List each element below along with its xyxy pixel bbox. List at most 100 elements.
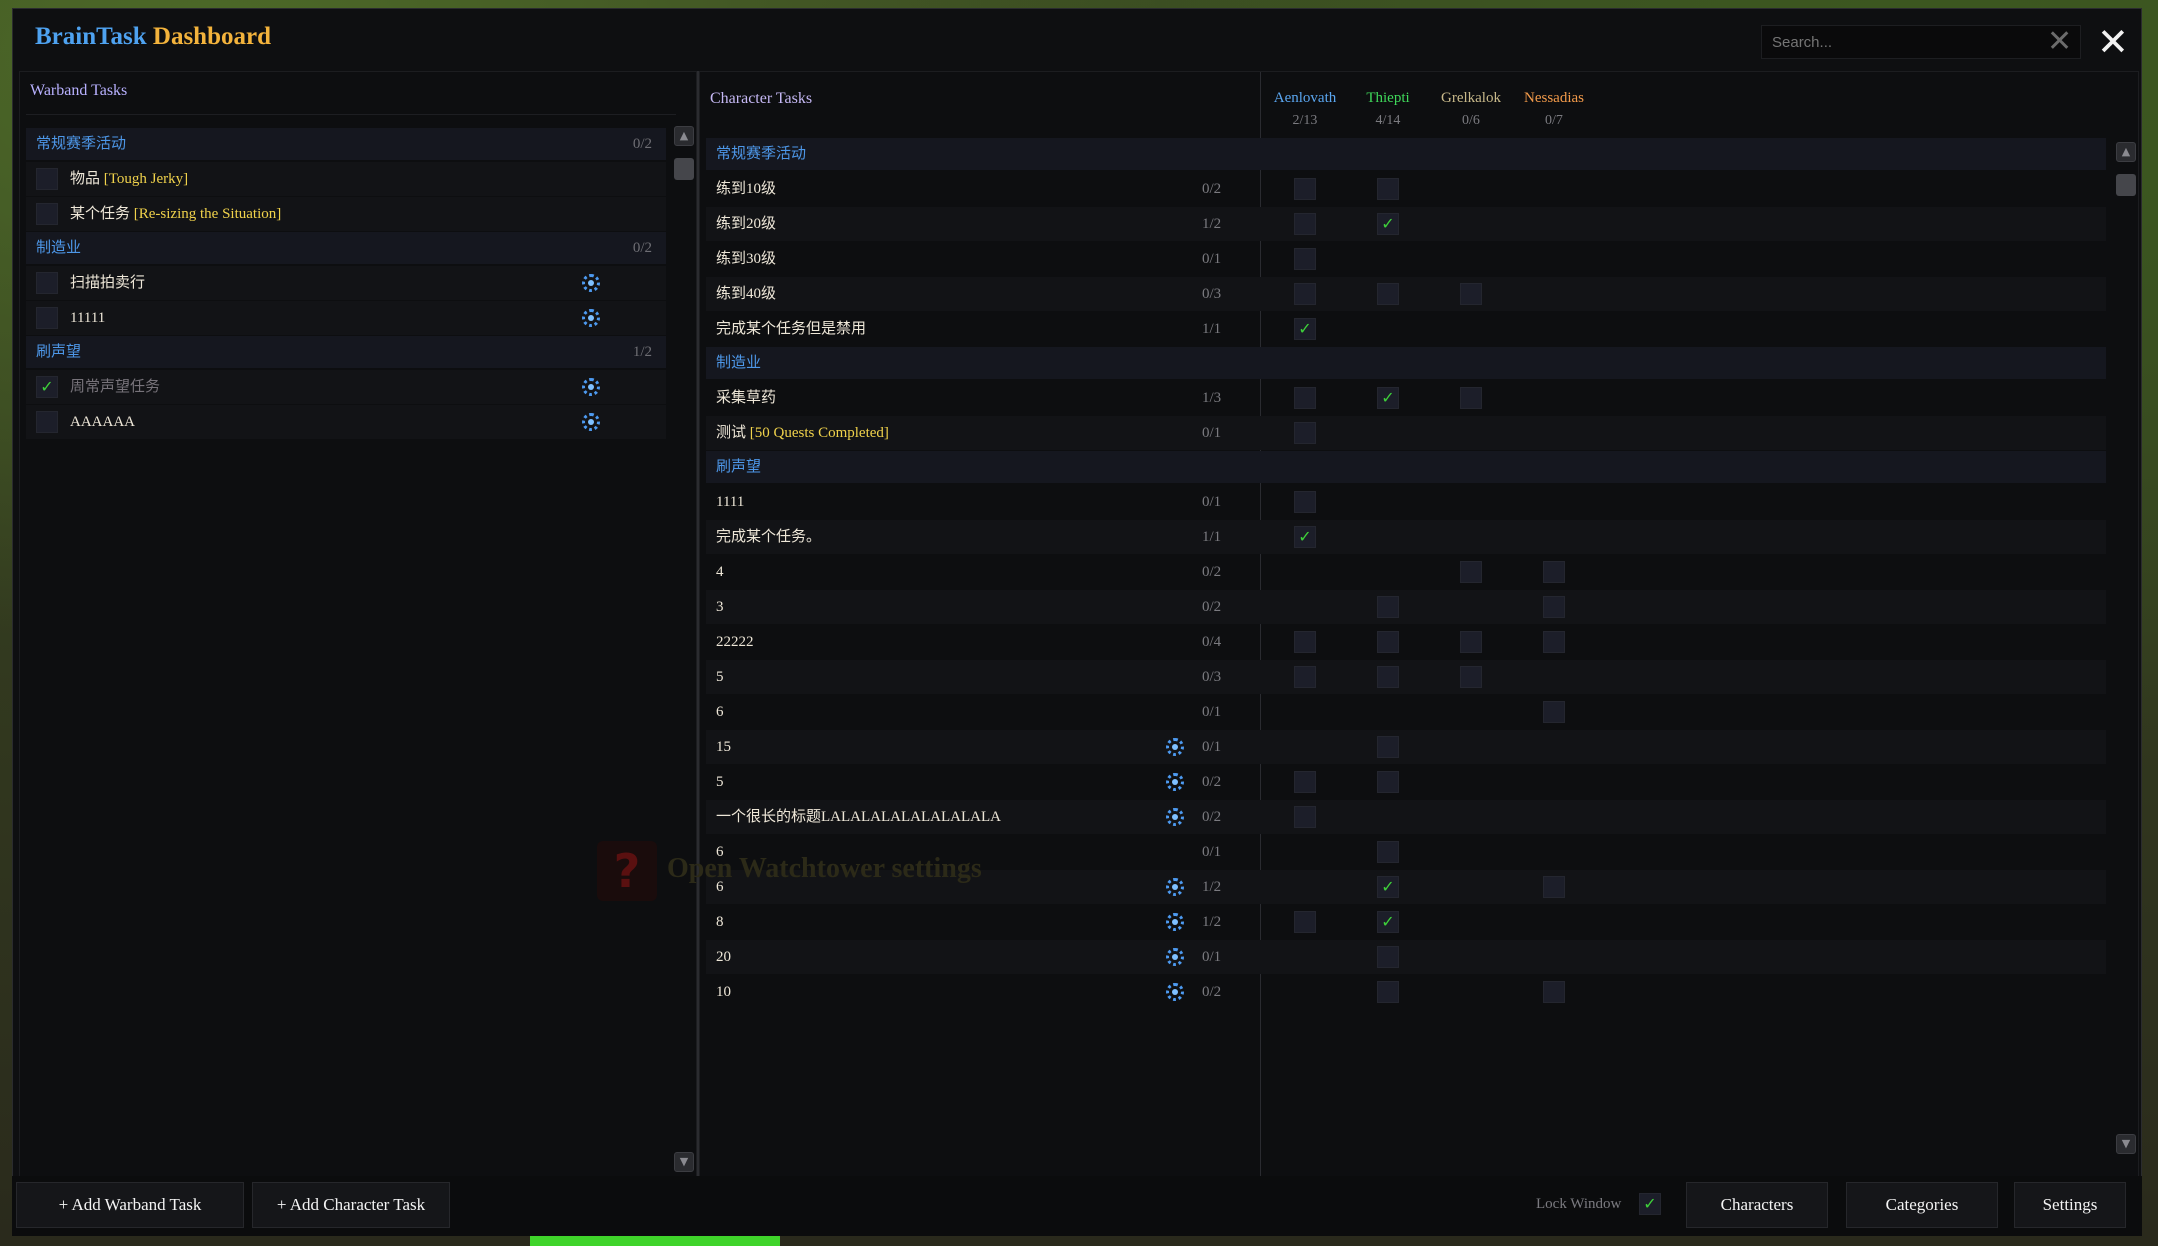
character-task-checkbox[interactable] [1460, 283, 1482, 305]
character-task-checkbox[interactable] [1377, 736, 1399, 758]
character-task-row[interactable]: 练到10级 0/2 [706, 172, 2106, 206]
character-task-checkbox[interactable] [1460, 666, 1482, 688]
character-task-row[interactable]: 练到40级 0/3 [706, 277, 2106, 311]
character-task-row[interactable]: 5 0/2 [706, 765, 2106, 799]
character-column-header[interactable]: Nessadias 0/7 [1509, 90, 1599, 129]
gear-icon[interactable] [582, 413, 600, 431]
task-checkbox[interactable] [36, 272, 58, 294]
character-task-checkbox[interactable] [1294, 666, 1316, 688]
character-task-checkbox[interactable]: ✓ [1294, 318, 1316, 340]
character-task-checkbox[interactable] [1294, 491, 1316, 513]
add-character-task-button[interactable]: + Add Character Task [252, 1182, 450, 1228]
character-task-checkbox[interactable] [1294, 631, 1316, 653]
character-task-checkbox[interactable] [1294, 213, 1316, 235]
character-task-row[interactable]: 练到20级 1/2 ✓ [706, 207, 2106, 241]
character-task-checkbox[interactable] [1294, 283, 1316, 305]
character-task-checkbox[interactable] [1543, 981, 1565, 1003]
characters-button[interactable]: Characters [1686, 1182, 1828, 1228]
character-task-checkbox[interactable] [1377, 981, 1399, 1003]
gear-icon[interactable] [1166, 878, 1184, 896]
character-task-checkbox[interactable] [1294, 771, 1316, 793]
character-task-checkbox[interactable] [1294, 248, 1316, 270]
character-category-header[interactable]: 常规赛季活动 [706, 138, 2106, 170]
character-task-checkbox[interactable] [1294, 806, 1316, 828]
character-task-row[interactable]: 练到30级 0/1 [706, 242, 2106, 276]
warband-task-row[interactable]: 11111 [26, 301, 666, 335]
warband-scroll-up-button[interactable]: ▲ [674, 126, 694, 146]
gear-icon[interactable] [1166, 948, 1184, 966]
warband-task-row[interactable]: AAAAAA [26, 405, 666, 439]
character-task-checkbox[interactable] [1377, 841, 1399, 863]
character-task-checkbox[interactable] [1460, 631, 1482, 653]
character-task-checkbox[interactable]: ✓ [1377, 911, 1399, 933]
categories-button[interactable]: Categories [1846, 1182, 1998, 1228]
character-column-header[interactable]: Aenlovath 2/13 [1260, 90, 1350, 129]
character-task-checkbox[interactable] [1377, 666, 1399, 688]
task-link[interactable]: [Re-sizing the Situation] [134, 206, 281, 222]
warband-category-header[interactable]: 刷声望 1/2 [26, 336, 666, 368]
character-scroll-up-button[interactable]: ▲ [2116, 142, 2136, 162]
warband-task-row[interactable]: 物品 [Tough Jerky] [26, 162, 666, 196]
character-task-checkbox[interactable]: ✓ [1377, 876, 1399, 898]
gear-icon[interactable] [1166, 913, 1184, 931]
character-category-header[interactable]: 刷声望 [706, 451, 2106, 483]
character-task-checkbox[interactable] [1377, 283, 1399, 305]
character-task-checkbox[interactable] [1377, 178, 1399, 200]
character-scroll-down-button[interactable]: ▼ [2116, 1134, 2136, 1154]
character-task-checkbox[interactable]: ✓ [1294, 526, 1316, 548]
gear-icon[interactable] [1166, 738, 1184, 756]
settings-button[interactable]: Settings [2014, 1182, 2126, 1228]
character-task-row[interactable]: 8 1/2 ✓ [706, 905, 2106, 939]
character-task-checkbox[interactable] [1377, 596, 1399, 618]
warband-category-header[interactable]: 制造业 0/2 [26, 232, 666, 264]
character-task-checkbox[interactable] [1294, 387, 1316, 409]
character-task-checkbox[interactable] [1460, 561, 1482, 583]
character-task-row[interactable]: 10 0/2 [706, 975, 2106, 1009]
character-task-row[interactable]: 22222 0/4 [706, 625, 2106, 659]
character-task-row[interactable]: 3 0/2 [706, 590, 2106, 624]
character-task-checkbox[interactable] [1543, 876, 1565, 898]
warband-scroll-thumb[interactable] [674, 158, 694, 180]
task-link[interactable]: [50 Quests Completed] [750, 425, 889, 441]
character-task-row[interactable]: 1111 0/1 [706, 485, 2106, 519]
character-scroll-thumb[interactable] [2116, 174, 2136, 196]
character-task-row[interactable]: 采集草药 1/3 ✓ [706, 381, 2106, 415]
character-task-checkbox[interactable] [1294, 178, 1316, 200]
character-task-row[interactable]: 20 0/1 [706, 940, 2106, 974]
character-task-row[interactable]: 完成某个任务但是禁用 1/1 ✓ [706, 312, 2106, 346]
character-task-row[interactable]: 5 0/3 [706, 660, 2106, 694]
gear-icon[interactable] [1166, 773, 1184, 791]
help-icon[interactable]: ? [597, 841, 657, 901]
character-task-row[interactable]: 测试 [50 Quests Completed] 0/1 [706, 416, 2106, 450]
lock-window-checkbox[interactable]: ✓ [1639, 1193, 1661, 1215]
gear-icon[interactable] [1166, 983, 1184, 1001]
character-task-checkbox[interactable]: ✓ [1377, 387, 1399, 409]
character-task-checkbox[interactable] [1460, 387, 1482, 409]
gear-icon[interactable] [582, 274, 600, 292]
character-task-checkbox[interactable] [1377, 771, 1399, 793]
gear-icon[interactable] [582, 378, 600, 396]
warband-task-row[interactable]: ✓ 周常声望任务 [26, 370, 666, 404]
gear-icon[interactable] [582, 309, 600, 327]
warband-category-header[interactable]: 常规赛季活动 0/2 [26, 128, 666, 160]
character-column-header[interactable]: Grelkalok 0/6 [1426, 90, 1516, 129]
character-task-checkbox[interactable] [1294, 911, 1316, 933]
character-task-row[interactable]: 完成某个任务。 1/1 ✓ [706, 520, 2106, 554]
warband-scroll-down-button[interactable]: ▼ [674, 1152, 694, 1172]
character-column-header[interactable]: Thiepti 4/14 [1343, 90, 1433, 129]
character-task-checkbox[interactable]: ✓ [1377, 213, 1399, 235]
character-task-checkbox[interactable] [1377, 946, 1399, 968]
warband-task-row[interactable]: 扫描拍卖行 [26, 266, 666, 300]
character-task-row[interactable]: 4 0/2 [706, 555, 2106, 589]
task-checkbox[interactable] [36, 168, 58, 190]
task-checkbox[interactable] [36, 411, 58, 433]
task-checkbox[interactable] [36, 203, 58, 225]
gear-icon[interactable] [1166, 808, 1184, 826]
character-task-checkbox[interactable] [1543, 631, 1565, 653]
character-task-checkbox[interactable] [1377, 631, 1399, 653]
task-link[interactable]: [Tough Jerky] [104, 171, 188, 187]
character-task-checkbox[interactable] [1543, 561, 1565, 583]
character-category-header[interactable]: 制造业 [706, 347, 2106, 379]
task-checkbox[interactable] [36, 307, 58, 329]
search-clear-icon[interactable]: ✕ [2047, 27, 2072, 57]
